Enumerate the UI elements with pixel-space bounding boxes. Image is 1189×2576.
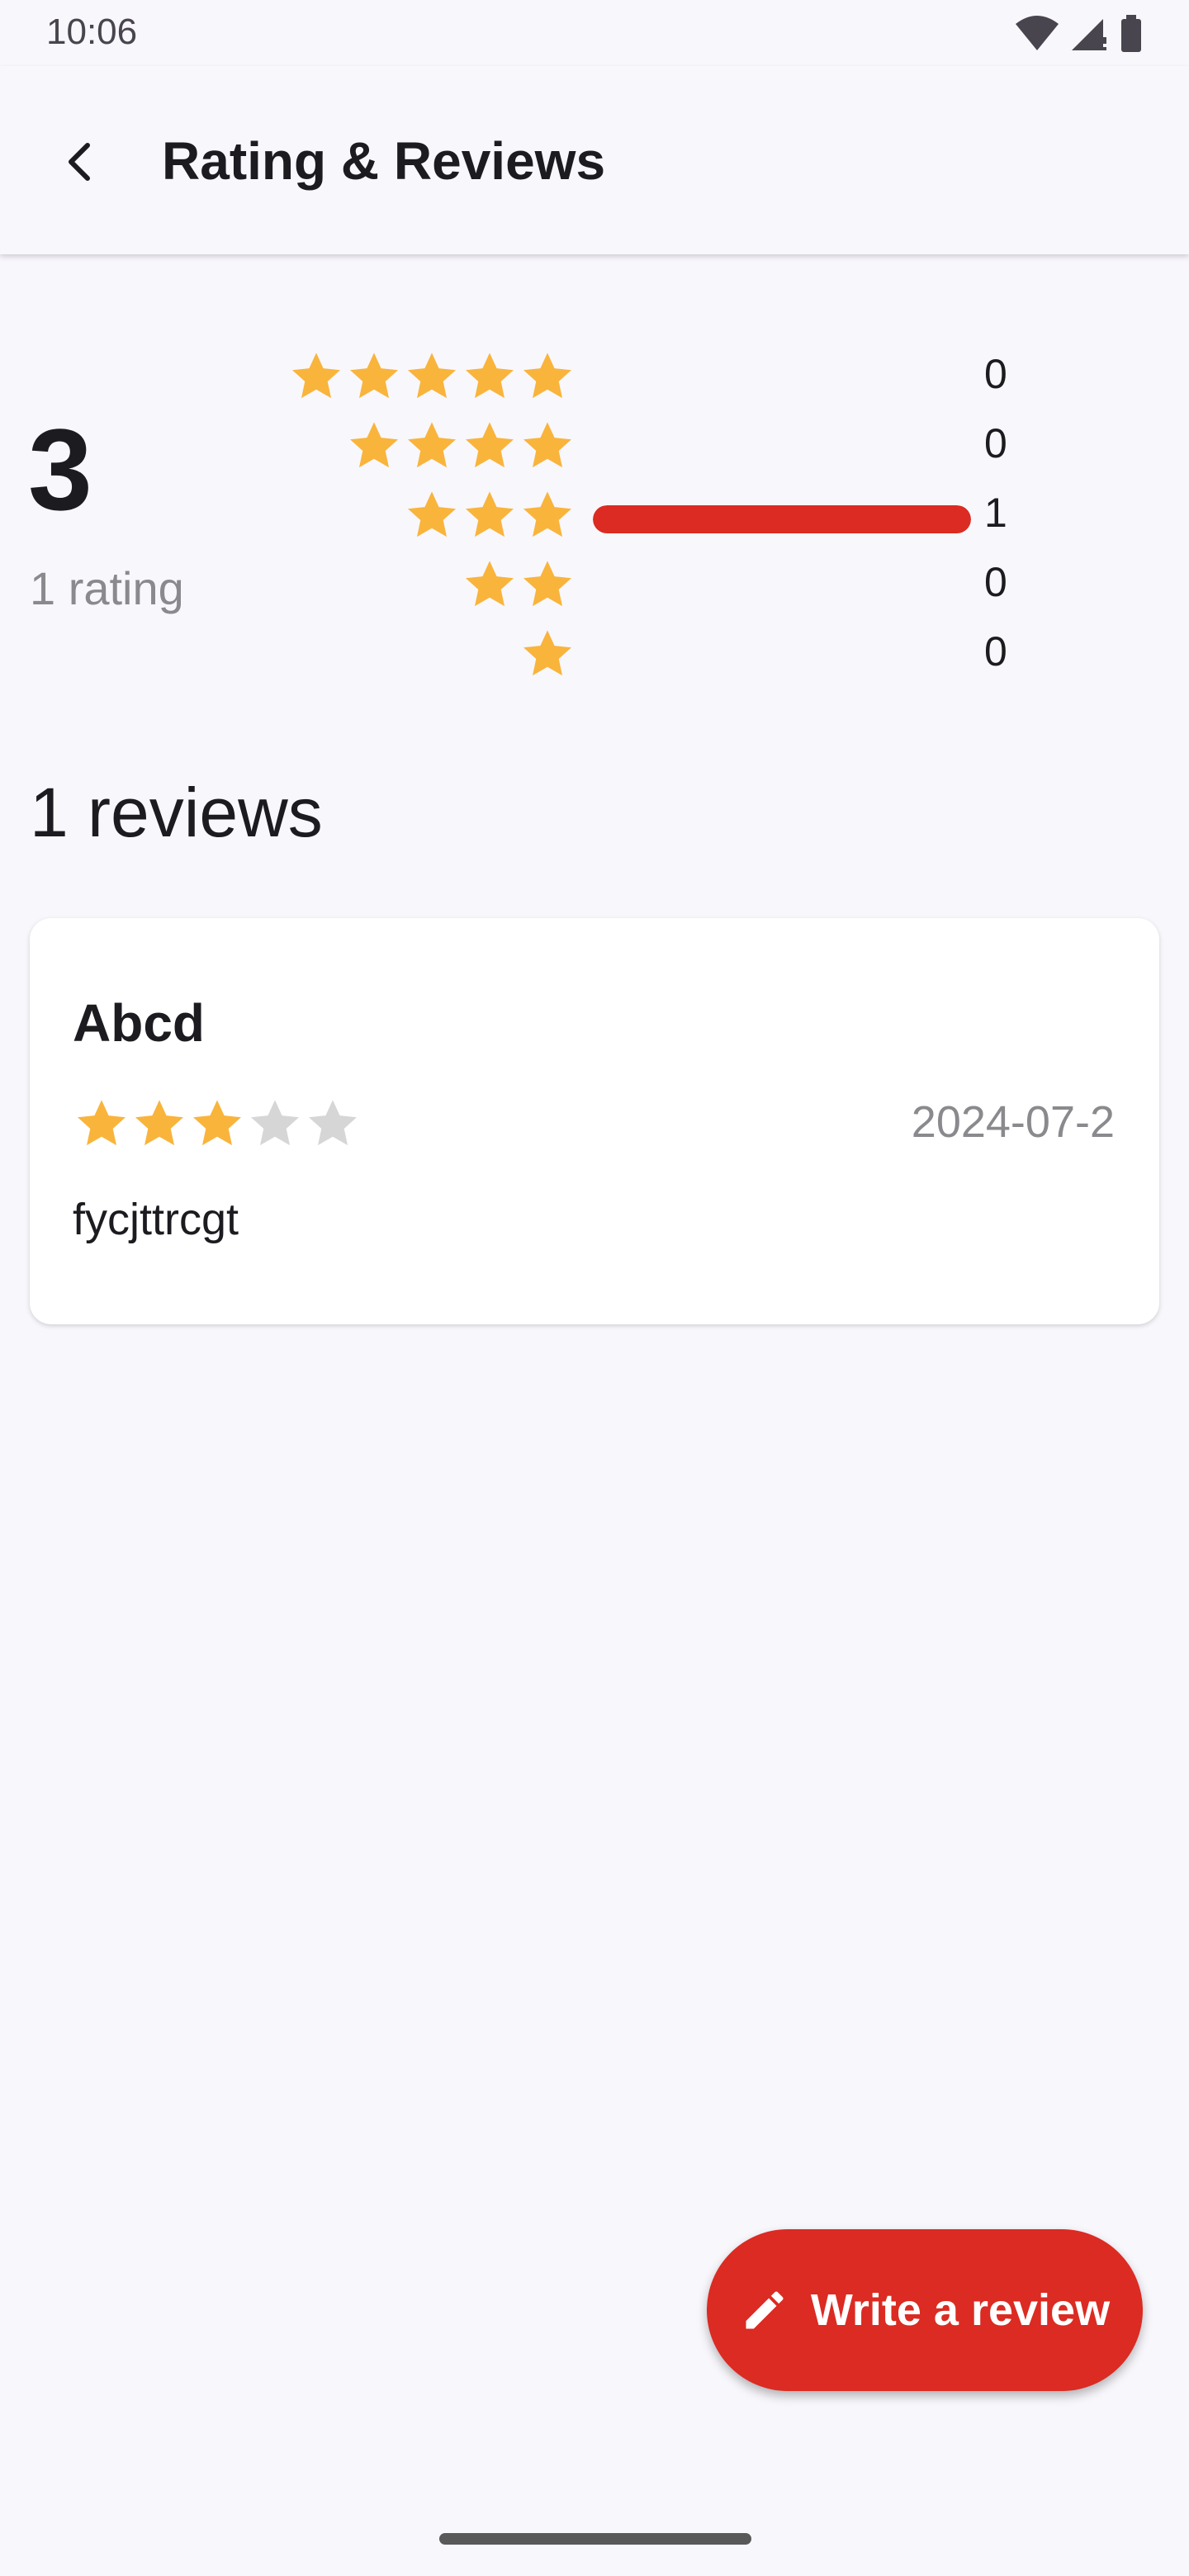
back-button[interactable] xyxy=(41,124,121,203)
star-filled-icon xyxy=(408,422,456,468)
star-empty-icon xyxy=(309,1100,357,1146)
review-card: Abcd 2024-07-2 fycjttrcgt xyxy=(30,918,1159,1324)
review-date: 2024-07-2 xyxy=(911,1097,1115,1147)
status-time: 10:06 xyxy=(46,12,138,52)
distribution-count: 0 xyxy=(984,351,1007,397)
star-filled-icon xyxy=(466,422,514,468)
star-filled-icon xyxy=(350,422,398,468)
battery-icon xyxy=(1120,15,1143,57)
star-empty-icon xyxy=(251,1100,299,1146)
wifi-icon xyxy=(1016,16,1059,56)
arrow-back-icon xyxy=(59,140,102,187)
distribution-row-5-stars: 0 xyxy=(0,343,1189,410)
review-star-rating xyxy=(73,1095,362,1153)
distribution-row-2-stars: 0 xyxy=(0,552,1189,618)
distribution-bar xyxy=(593,367,971,395)
distribution-count: 1 xyxy=(984,490,1007,536)
page-title: Rating & Reviews xyxy=(162,131,606,191)
write-review-label: Write a review xyxy=(810,2285,1111,2335)
star-filled-icon xyxy=(523,561,571,607)
distribution-bar xyxy=(593,436,971,464)
star-filled-icon xyxy=(466,561,514,607)
star-filled-icon xyxy=(523,422,571,468)
star-filled-icon xyxy=(466,353,514,399)
distribution-bar xyxy=(593,505,971,533)
status-icons xyxy=(1016,15,1143,57)
star-filled-icon xyxy=(292,353,340,399)
distribution-bar xyxy=(593,644,971,672)
star-filled-icon xyxy=(78,1100,126,1146)
distribution-stars xyxy=(519,621,576,687)
star-filled-icon xyxy=(523,630,571,676)
distribution-bar-fill xyxy=(593,505,971,533)
star-filled-icon xyxy=(135,1100,183,1146)
star-filled-icon xyxy=(523,353,571,399)
star-filled-icon xyxy=(350,353,398,399)
distribution-stars xyxy=(461,552,576,618)
distribution-row-3-stars: 1 xyxy=(0,482,1189,548)
star-filled-icon xyxy=(408,491,456,537)
write-review-button[interactable]: Write a review xyxy=(707,2229,1143,2391)
distribution-count: 0 xyxy=(984,420,1007,466)
signal-icon xyxy=(1070,16,1108,56)
distribution-stars xyxy=(403,482,576,548)
star-filled-icon xyxy=(193,1100,241,1146)
star-filled-icon xyxy=(408,353,456,399)
distribution-count: 0 xyxy=(984,628,1007,675)
reviews-count-heading: 1 reviews xyxy=(30,774,323,851)
distribution-row-4-stars: 0 xyxy=(0,413,1189,479)
distribution-stars xyxy=(287,343,576,410)
distribution-stars xyxy=(345,413,576,479)
reviewer-name: Abcd xyxy=(73,993,205,1053)
home-indicator xyxy=(439,2533,751,2545)
review-text: fycjttrcgt xyxy=(73,1195,239,1244)
star-filled-icon xyxy=(523,491,571,537)
distribution-row-1-stars: 0 xyxy=(0,621,1189,687)
distribution-count: 0 xyxy=(984,559,1007,605)
star-filled-icon xyxy=(466,491,514,537)
status-bar: 10:06 xyxy=(0,0,1189,66)
distribution-bar xyxy=(593,575,971,603)
edit-pencil-icon xyxy=(740,2285,789,2335)
